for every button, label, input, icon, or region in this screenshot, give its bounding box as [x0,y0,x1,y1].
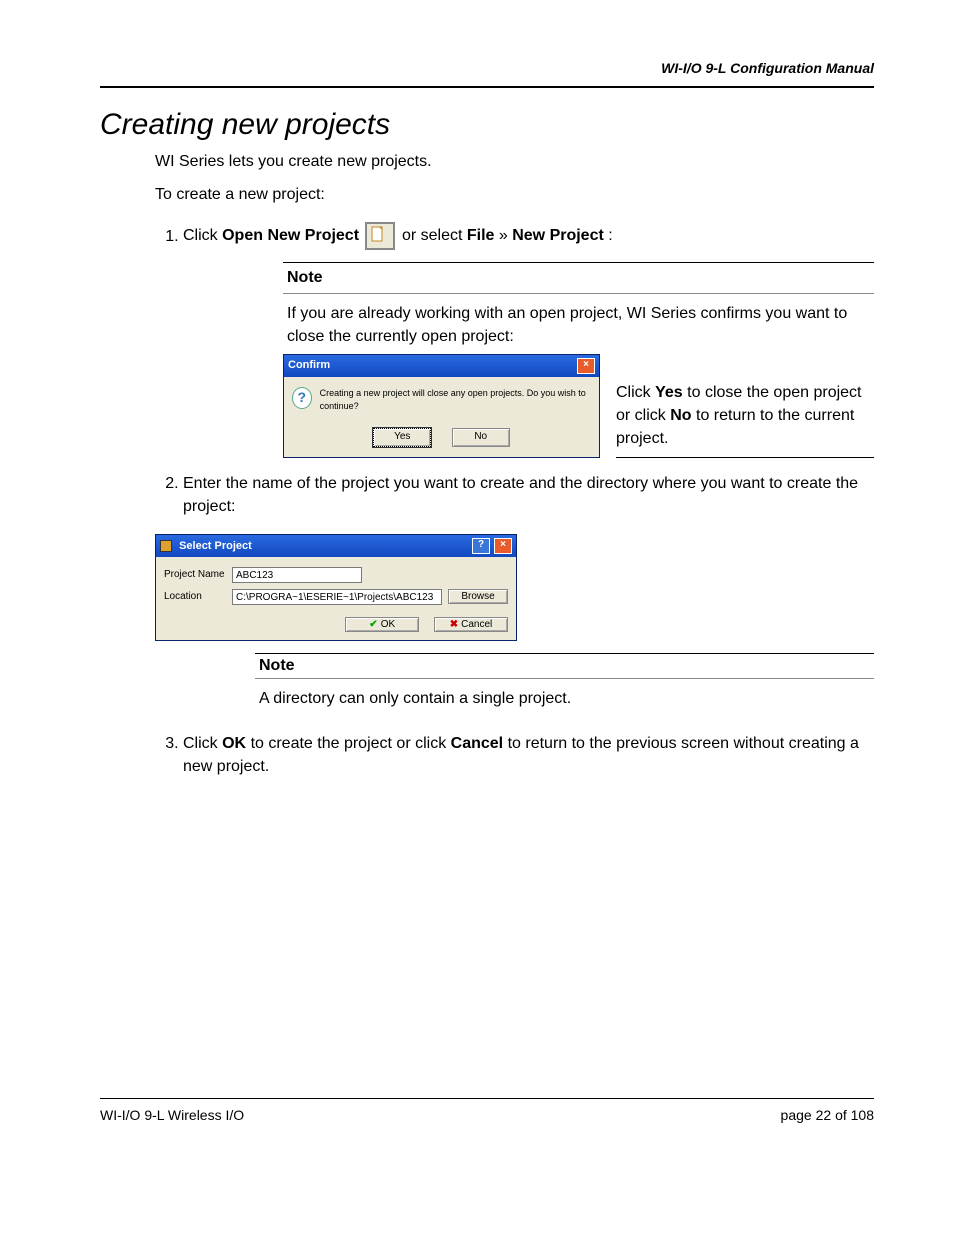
note-1: Note If you are already working with an … [283,262,874,457]
footer-left: WI-I/O 9-L Wireless I/O [100,1107,244,1123]
step3-pre: Click [183,735,222,752]
new-project-toolbar-icon [365,222,395,250]
step-1: Click Open New Project or select File » … [183,222,874,457]
step-3: Click OK to create the project or click … [183,732,874,778]
confirm-side-pre: Click [616,384,655,401]
ok-button[interactable]: ✔ OK [345,617,419,632]
header-rule [100,86,874,88]
intro-line-1: WI Series lets you create new projects. [155,150,874,173]
footer-page-total: 108 [851,1107,874,1123]
cancel-label: Cancel [461,619,492,630]
footer-page-pre: page [781,1107,816,1123]
close-icon[interactable]: × [494,538,512,554]
note-1-body: If you are already working with an open … [283,294,874,354]
no-button[interactable]: No [452,428,510,447]
step3-ok: OK [222,735,246,752]
confirm-dialog-message: Creating a new project will close any op… [320,387,591,413]
step3-mid: to create the project or click [251,735,451,752]
note-2-label: Note [255,653,874,679]
confirm-dialog-title: Confirm [288,358,330,374]
intro-line-2: To create a new project: [155,183,874,206]
footer-page-mid: of [835,1107,851,1123]
help-icon[interactable]: ? [472,538,490,554]
app-icon [160,540,172,552]
cancel-button[interactable]: ✖Cancel [434,617,508,632]
footer-page-current: 22 [816,1107,832,1123]
step1-pre: Click [183,228,222,245]
step2-text: Enter the name of the project you want t… [183,475,858,515]
step1-file: File [467,228,495,245]
ok-label: OK [381,619,395,630]
project-name-label: Project Name [164,569,226,580]
project-name-input[interactable]: ABC123 [232,567,362,583]
note-1-label: Note [283,262,874,293]
header-manual-title: WI-I/O 9-L Configuration Manual [100,60,874,76]
step1-sep: » [499,228,512,245]
location-input[interactable]: C:\PROGRA~1\ESERIE~1\Projects\ABC123 [232,589,442,605]
footer-right: page 22 of 108 [781,1107,874,1123]
section-title: Creating new projects [100,108,874,142]
confirm-side-yes: Yes [655,384,683,401]
browse-button[interactable]: Browse [448,589,508,604]
step1-new-project: New Project [512,228,604,245]
page-footer: WI-I/O 9-L Wireless I/O page 22 of 108 [100,1098,874,1123]
confirm-side-note: Click Yes to close the open project or c… [616,381,874,458]
step-2: Enter the name of the project you want t… [183,472,874,518]
step1-mid: or select [402,228,467,245]
x-icon: ✖ [450,619,458,630]
close-icon[interactable]: × [577,358,595,374]
note-2: Note A directory can only contain a sing… [255,653,874,716]
select-dialog-title: Select Project [179,540,252,552]
step1-open-new-project: Open New Project [222,228,359,245]
location-label: Location [164,591,226,602]
select-project-dialog: Select Project ? × Project Name ABC123 L… [155,534,517,641]
confirm-dialog: Confirm × ? Creating a new project will … [283,354,600,458]
note-2-body: A directory can only contain a single pr… [255,679,874,716]
check-icon: ✔ [369,619,377,630]
question-icon: ? [292,387,312,409]
confirm-side-no: No [670,407,691,424]
step1-post: : [608,228,612,245]
yes-button[interactable]: Yes [373,428,431,447]
step3-cancel: Cancel [451,735,503,752]
